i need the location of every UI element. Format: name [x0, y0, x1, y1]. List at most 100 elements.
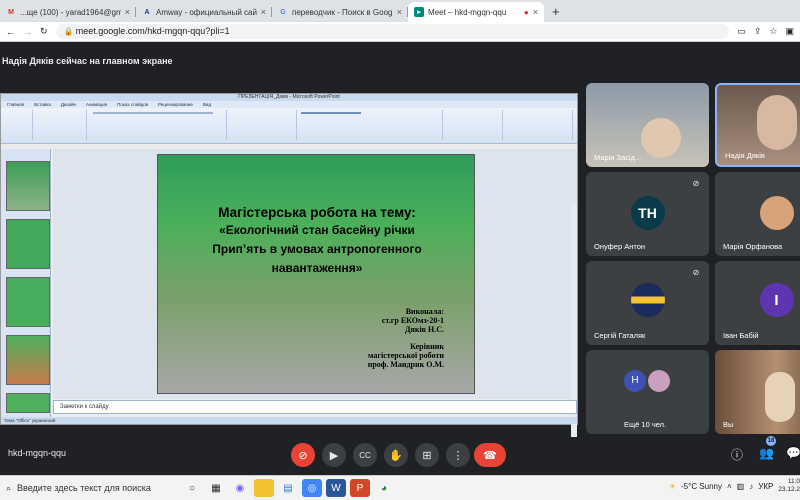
slide-thumbnail[interactable]	[6, 335, 50, 385]
mic-off-icon: ⊘	[692, 179, 700, 188]
participant-tile[interactable]: ⊘ Сергій Гаталяк	[586, 261, 709, 345]
taskbar-search[interactable]: ⌕ Введите здесь текст для поиска	[0, 476, 180, 500]
more-options-button[interactable]: ⋮	[446, 443, 470, 467]
meeting-code: hkd-mgqn-qqu	[8, 448, 67, 458]
hand-icon: ✋	[389, 449, 403, 462]
more-participants-tile[interactable]: H Ещё 10 чел.	[586, 350, 709, 434]
ribbon-group	[297, 110, 443, 140]
tab-amway[interactable]: A Amway - официальный сайт и ×	[136, 2, 272, 22]
address-bar: ← → ↻ 🔒 meet.google.com/hkd-mgqn-qqu?pli…	[0, 22, 800, 42]
mic-off-icon: ⊘	[298, 449, 308, 462]
participant-tile[interactable]: ⊘ I Іван Бабій	[715, 261, 800, 345]
recording-icon: ●	[523, 7, 529, 17]
gmail-icon: M	[8, 8, 14, 16]
tab-google-search[interactable]: G переводчик - Поиск в Google ×	[272, 2, 408, 22]
share-icon[interactable]: ⇪	[754, 26, 762, 37]
captions-icon: CC	[359, 450, 371, 460]
viber-icon[interactable]: ◉	[230, 479, 250, 497]
chrome-icon[interactable]: ◎	[302, 479, 322, 497]
forward-icon[interactable]: →	[23, 27, 32, 37]
hang-up-icon: ☎	[483, 449, 497, 462]
chevron-up-icon[interactable]: ˄	[727, 482, 732, 491]
avatar: TH	[630, 196, 665, 230]
notes-pane[interactable]: Заметки к слайду	[53, 400, 577, 414]
slide-title: Магістерська робота на тему: «Екологічни…	[212, 205, 422, 275]
url-field[interactable]: 🔒 meet.google.com/hkd-mgqn-qqu?pli=1	[55, 24, 730, 39]
powerpoint-icon[interactable]: P	[350, 479, 370, 497]
participant-tile[interactable]: ⊘ Марія Орфанова	[715, 172, 800, 256]
captions-button[interactable]: CC	[353, 443, 377, 467]
close-tab-icon[interactable]: ×	[261, 7, 266, 17]
presenting-banner: Надія Дяків сейчас на главном экране	[0, 42, 800, 80]
word-icon[interactable]: W	[326, 479, 346, 497]
lock-icon: 🔒	[63, 27, 76, 36]
participant-video	[765, 372, 795, 422]
ribbon-group	[33, 110, 87, 140]
tab-meet[interactable]: ▸ Meet – hkd-mgqn-qqu ● ×	[408, 2, 544, 22]
weather-icon: ☀	[668, 481, 676, 491]
google-icon: G	[280, 8, 286, 16]
network-icon[interactable]: ▥	[737, 482, 745, 491]
current-slide: Магістерська робота на тему: «Екологічни…	[157, 154, 475, 394]
raise-hand-button[interactable]: ✋	[384, 443, 408, 467]
ribbon-group	[503, 110, 573, 140]
info-icon[interactable]: ⓘ	[731, 446, 743, 463]
shared-screen: ПРЕЗЕНТАЦІЯ_Дяків - Microsoft PowerPoint…	[0, 93, 578, 454]
ribbon-group	[443, 110, 503, 140]
amway-icon: A	[144, 8, 150, 16]
people-count-badge: 18	[766, 436, 776, 446]
ribbon-group	[87, 110, 227, 140]
avatar	[630, 283, 665, 317]
slide-thumbnail[interactable]	[6, 219, 50, 269]
participant-tile-active-speaker[interactable]: Надія Дяків	[715, 83, 800, 167]
shapes-gallery	[301, 112, 361, 114]
present-button[interactable]: ⊞	[415, 443, 439, 467]
back-icon[interactable]: ←	[6, 27, 15, 37]
star-icon[interactable]: ☆	[769, 26, 777, 37]
search-icon: ⌕	[6, 482, 12, 493]
taskbar-app-icon[interactable]: ◕	[374, 479, 394, 497]
avatar: H	[624, 370, 646, 392]
task-view-icon[interactable]: ○	[182, 479, 202, 497]
ribbon-tab: Вставка	[34, 102, 51, 107]
more-icon: ⋮	[452, 449, 464, 462]
ribbon-tab: Показ слайдов	[117, 102, 149, 107]
leave-call-button[interactable]: ☎	[474, 443, 506, 467]
close-tab-icon[interactable]: ×	[533, 7, 538, 17]
powerpoint-status-bar: Тема "Office" украинский	[1, 417, 577, 424]
taskbar-app-icon[interactable]: ▦	[206, 479, 226, 497]
ribbon-tab: Анимация	[86, 102, 108, 107]
avatar	[759, 196, 794, 230]
participant-tile[interactable]: Марія Засід...	[586, 83, 709, 167]
tab-gmail[interactable]: M ...ще (100) - yarad1964@gm ×	[0, 2, 136, 22]
ribbon-tab: Вид	[202, 102, 212, 107]
new-tab-button[interactable]: +	[544, 2, 568, 22]
meeting-controls: hkd-mgqn-qqu ⊘ ▶ CC ✋ ⊞ ⋮ ☎ ⓘ 👥 💬	[0, 437, 800, 472]
powerpoint-ribbon	[1, 108, 577, 144]
volume-icon[interactable]: ♪	[749, 482, 753, 491]
mic-toggle-button[interactable]: ⊘	[291, 443, 315, 467]
ribbon-group	[227, 110, 297, 140]
slide-thumbnail[interactable]	[6, 277, 50, 327]
clock[interactable]: 11:0 23.12.2	[778, 478, 800, 494]
slide-author-block: Виконала: ст.гр ЕКОмз-20-1 Дяків Н.С. Ке…	[367, 307, 444, 369]
taskbar-app-icon[interactable]: ▤	[278, 479, 298, 497]
camera-toggle-button[interactable]: ▶	[322, 443, 346, 467]
participant-video	[641, 118, 681, 158]
close-tab-icon[interactable]: ×	[125, 7, 130, 17]
participant-tile[interactable]: ⊘ TH Онуфер Антон	[586, 172, 709, 256]
file-explorer-icon[interactable]	[254, 479, 274, 497]
slide-thumbnail[interactable]	[6, 161, 50, 211]
camera-icon[interactable]: ▭	[737, 26, 746, 37]
close-tab-icon[interactable]: ×	[397, 7, 402, 17]
self-view-tile[interactable]: Вы	[715, 350, 800, 434]
slide-thumbnail[interactable]	[6, 393, 50, 413]
reload-icon[interactable]: ↻	[40, 26, 48, 37]
people-icon[interactable]: 👥	[759, 446, 774, 460]
extensions-icon[interactable]: ▣	[785, 26, 794, 37]
ribbon-tab: Дизайн	[60, 102, 77, 107]
powerpoint-ribbon-tabs: Главная Вставка Дизайн Анимация Показ сл…	[1, 101, 577, 108]
chat-icon[interactable]: 💬	[786, 446, 800, 460]
slide-editing-area: Магістерська робота на тему: «Екологічни…	[53, 149, 577, 454]
meet-icon: ▸	[414, 7, 424, 17]
